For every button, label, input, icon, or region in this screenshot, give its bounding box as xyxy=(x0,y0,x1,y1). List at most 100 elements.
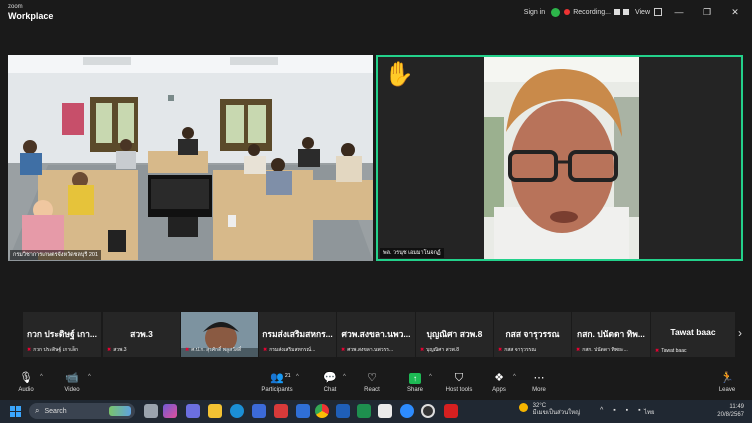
edge-icon[interactable] xyxy=(230,404,244,418)
view-label: View xyxy=(634,8,650,16)
chat-options-chevron-icon[interactable]: ^ xyxy=(343,374,346,380)
recording-indicator[interactable]: Recording... xyxy=(551,7,629,17)
react-label: React xyxy=(364,387,380,393)
muted-mic-icon: ✖ xyxy=(185,347,190,353)
taskbar-clock[interactable]: 11:49 20/8/2567 xyxy=(717,403,744,419)
participant-caption: ✖ บุญณิศา สวพ.8 xyxy=(420,347,459,353)
leave-button[interactable]: 🏃 Leave xyxy=(704,372,750,393)
weather-icon xyxy=(519,403,528,412)
participant-tile-video[interactable]: ✖ ศ.ป.ก. สุรศักดิ์ พลูสวัสดิ์ xyxy=(181,312,258,357)
chrome-icon[interactable] xyxy=(315,404,329,418)
participants-button[interactable]: 👥 21 Participants xyxy=(254,372,300,393)
participant-name: บุญณิศา สวพ.8 xyxy=(426,329,483,339)
participant-filmstrip: กวก ประดิษฐ์ เกา... ✖ กวก ประดิษฐ์ เกาเล็… xyxy=(23,312,735,357)
pdf-reader-icon[interactable] xyxy=(444,404,458,418)
participants-options-chevron-icon[interactable]: ^ xyxy=(296,374,299,380)
close-icon[interactable]: ✕ xyxy=(724,7,746,18)
leave-icon: 🏃 xyxy=(720,372,734,384)
participant-tile[interactable]: กวก ประดิษฐ์ เกา... ✖ กวก ประดิษฐ์ เกาเล็… xyxy=(23,312,101,357)
speaker-video xyxy=(484,57,639,259)
participant-tile[interactable]: ศวพ.สงขลา.นพว... ✖ ศวพ.สงขลา.นพวรร... xyxy=(337,312,415,357)
zoom-app-icon[interactable] xyxy=(400,404,414,418)
more-button[interactable]: ⋯ More xyxy=(516,372,562,393)
muted-mic-icon: ✖ xyxy=(420,347,425,353)
participant-name: กวก ประดิษฐ์ เกา... xyxy=(26,329,98,339)
participant-tile[interactable]: Tawat baac ✖ Tawat baac xyxy=(651,312,735,357)
muted-mic-icon: ✖ xyxy=(341,347,346,353)
video-tile-room[interactable]: กรมวิชาการเกษตรจังหวัดชลบุรี 201 xyxy=(8,55,373,261)
react-button[interactable]: ♡ React xyxy=(349,372,395,393)
weather-temperature: 32°C xyxy=(532,403,547,409)
more-icon: ⋯ xyxy=(533,372,545,384)
windows-start-icon[interactable] xyxy=(10,406,21,417)
participant-caption: ✖ Tawat baac xyxy=(655,348,687,354)
participant-tile[interactable]: กสส จารุวรรณ ✖ กสส จารุวรรณ xyxy=(494,312,571,357)
conference-room-video xyxy=(8,55,373,261)
chat-button[interactable]: 💬 Chat xyxy=(307,372,353,393)
participant-tile[interactable]: กรมส่งเสริมสหกร... ✖ กรมส่งเสริมสหกรณ์... xyxy=(259,312,336,357)
audio-label: Audio xyxy=(18,387,34,393)
chat-icon: 💬 xyxy=(323,372,337,384)
input-language[interactable]: ไทย xyxy=(644,407,655,417)
word-icon[interactable] xyxy=(336,404,350,418)
muted-mic-icon: ✖ xyxy=(576,347,581,353)
stop-recording-icon[interactable] xyxy=(622,9,629,15)
speaker-camera-feed xyxy=(484,57,639,259)
search-highlight-icon xyxy=(109,406,131,416)
participant-tile[interactable]: บุญณิศา สวพ.8 ✖ บุญณิศา สวพ.8 xyxy=(416,312,493,357)
raised-hand-icon: ✋ xyxy=(384,61,414,88)
participant-tile[interactable]: กสก. ปนัดดา ทิพ... ✖ กสก. ปนัดดา ทิพยะ... xyxy=(572,312,650,357)
room-name-label: กรมวิชาการเกษตรจังหวัดชลบุรี 201 xyxy=(10,250,102,260)
participant-name: สวพ.3 xyxy=(130,329,153,339)
audio-options-chevron-icon[interactable]: ^ xyxy=(40,374,43,380)
sign-in-link[interactable]: Sign in xyxy=(524,9,545,16)
video-label: Video xyxy=(64,387,80,393)
muted-mic-icon: ✖ xyxy=(498,347,503,353)
participant-caption: ✖ ศวพ.สงขลา.นพวรร... xyxy=(341,347,394,353)
titlebar-controls: Sign in Recording... View — ❐ ✕ xyxy=(524,0,752,24)
speaker-name-label: พล. วรนุช เอมมาโนจกฏ์ xyxy=(380,248,444,258)
participant-caption: ✖ กสส จารุวรรณ xyxy=(498,347,536,353)
muted-mic-icon: ✖ xyxy=(107,347,112,353)
share-screen-icon: ↑ xyxy=(409,373,421,384)
more-label: More xyxy=(532,387,546,393)
photos-icon[interactable] xyxy=(296,404,310,418)
participant-caption: ✖ กรมส่งเสริมสหกรณ์... xyxy=(263,347,316,353)
brand-line2: Workplace xyxy=(8,11,54,21)
task-view-icon[interactable] xyxy=(144,404,158,418)
file-explorer-icon[interactable] xyxy=(208,404,222,418)
copilot-icon[interactable] xyxy=(163,404,177,418)
weather-widget[interactable]: 32°C มีเมฆเป็นส่วนใหญ่ xyxy=(519,403,580,417)
video-options-chevron-icon[interactable]: ^ xyxy=(88,374,91,380)
excel-icon[interactable] xyxy=(357,404,371,418)
muted-mic-icon: ✖ xyxy=(27,347,32,353)
chat-label: Chat xyxy=(323,387,337,393)
filmstrip-next-icon[interactable]: › xyxy=(738,326,742,340)
muted-mic-icon: ✖ xyxy=(263,347,268,353)
taskbar-search-box[interactable]: ⌕ Search xyxy=(29,403,135,419)
pause-recording-icon[interactable] xyxy=(613,9,620,15)
view-button[interactable]: View xyxy=(635,8,662,16)
system-tray-icons[interactable]: ^ ▪ ▪ ▪ xyxy=(600,407,645,414)
clock-time: 11:49 xyxy=(729,404,744,410)
participant-caption: ✖ ศ.ป.ก. สุรศักดิ์ พลูสวัสดิ์ xyxy=(185,347,242,353)
windows-taskbar: ⌕ Search 32°C มีเมฆเป็นส่วนใหญ่ ^ ▪ ▪ ▪ … xyxy=(0,400,752,423)
participants-label: Participants xyxy=(261,387,293,393)
meeting-toolbar: 🎙 Audio ^ 📹 Video ^ 👥 21 Participants ^ … xyxy=(0,370,752,400)
teams-icon[interactable] xyxy=(186,404,200,418)
media-player-icon[interactable] xyxy=(421,404,435,418)
minimize-icon[interactable]: — xyxy=(668,7,690,17)
restore-icon[interactable]: ❐ xyxy=(696,7,718,18)
video-tile-active-speaker[interactable]: ✋ พล. วรนุช เอมมาโนจกฏ์ xyxy=(376,55,743,261)
participant-tile[interactable]: สวพ.3 ✖ สวพ.3 xyxy=(103,312,180,357)
store-icon[interactable] xyxy=(252,404,266,418)
participants-count: 21 xyxy=(285,373,291,379)
share-options-chevron-icon[interactable]: ^ xyxy=(429,374,432,380)
recording-label: Recording... xyxy=(573,8,611,16)
participant-caption: ✖ กวก ประดิษฐ์ เกาเล็ก xyxy=(27,347,79,353)
participants-icon: 👥 xyxy=(270,372,284,384)
participant-name: กสก. ปนัดดา ทิพ... xyxy=(577,329,645,339)
media-app-icon[interactable] xyxy=(274,404,288,418)
notepad-icon[interactable] xyxy=(378,404,392,418)
brand-line1: zoom xyxy=(8,4,23,10)
